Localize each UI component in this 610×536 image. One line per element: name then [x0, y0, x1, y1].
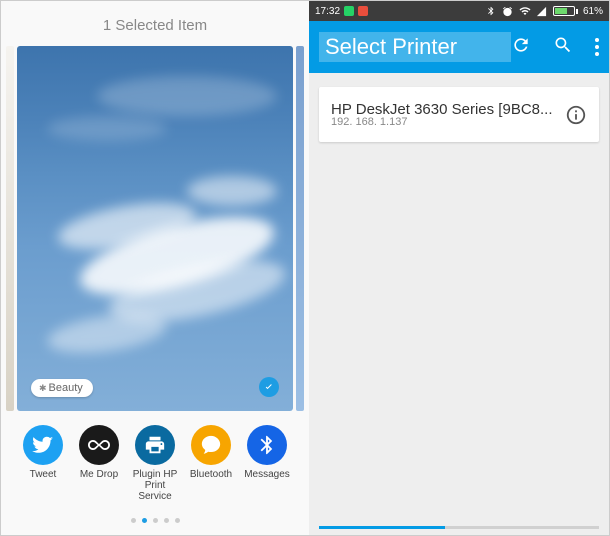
share-sheet: 1 Selected Item Beauty — [1, 1, 309, 535]
selected-image[interactable]: Beauty — [17, 46, 293, 411]
share-label: Tweet — [15, 469, 71, 502]
twitter-icon[interactable] — [23, 425, 63, 465]
info-icon[interactable] — [565, 104, 587, 126]
infinity-icon[interactable] — [79, 425, 119, 465]
page-dots — [6, 508, 304, 535]
battery-pct: 61% — [583, 6, 603, 17]
printer-select-screen: 17:32 — [309, 1, 609, 535]
share-label: Bluetooth — [183, 469, 239, 502]
share-targets: Tweet Me Drop Plugin HP Print Service Bl… — [6, 411, 304, 508]
printer-icon[interactable] — [135, 425, 175, 465]
printer-item[interactable]: HP DeskJet 3630 Series [9BC8... 192. 168… — [319, 87, 599, 142]
wifi-status-icon — [519, 5, 531, 17]
sky-clouds-image — [17, 46, 293, 411]
app-bar: Select Printer — [309, 21, 609, 73]
dot — [164, 518, 169, 523]
dot — [175, 518, 180, 523]
alarm-status-icon — [502, 5, 514, 17]
more-icon[interactable] — [595, 38, 599, 56]
dot-active — [142, 518, 147, 523]
beauty-tag[interactable]: Beauty — [31, 379, 93, 397]
prev-image-sliver[interactable] — [6, 46, 14, 411]
search-icon[interactable] — [553, 35, 573, 60]
share-label: Plugin HP Print Service — [127, 469, 183, 502]
next-image-sliver[interactable] — [296, 46, 304, 411]
status-bar: 17:32 — [309, 1, 609, 21]
image-carousel[interactable]: Beauty — [6, 46, 304, 411]
bluetooth-status-icon — [485, 5, 497, 17]
printer-ip: 192. 168. 1.137 — [331, 116, 553, 128]
app-status-icon — [358, 6, 368, 16]
refresh-icon[interactable] — [511, 35, 531, 60]
status-time: 17:32 — [315, 6, 340, 17]
share-label: Messages — [239, 469, 295, 502]
dot — [131, 518, 136, 523]
beauty-tag-label: Beauty — [49, 382, 83, 394]
printer-list: HP DeskJet 3630 Series [9BC8... 192. 168… — [309, 73, 609, 526]
bluetooth-icon[interactable] — [247, 425, 287, 465]
loading-progress — [319, 526, 599, 529]
dot — [153, 518, 158, 523]
whatsapp-status-icon — [344, 6, 354, 16]
app-bar-title: Select Printer — [319, 32, 511, 62]
signal-status-icon — [536, 5, 548, 17]
selected-check-icon[interactable] — [259, 377, 279, 397]
selected-count-label: 1 Selected Item — [6, 9, 304, 46]
battery-status-icon — [553, 6, 578, 16]
share-label: Me Drop — [71, 469, 127, 502]
messages-icon[interactable] — [191, 425, 231, 465]
